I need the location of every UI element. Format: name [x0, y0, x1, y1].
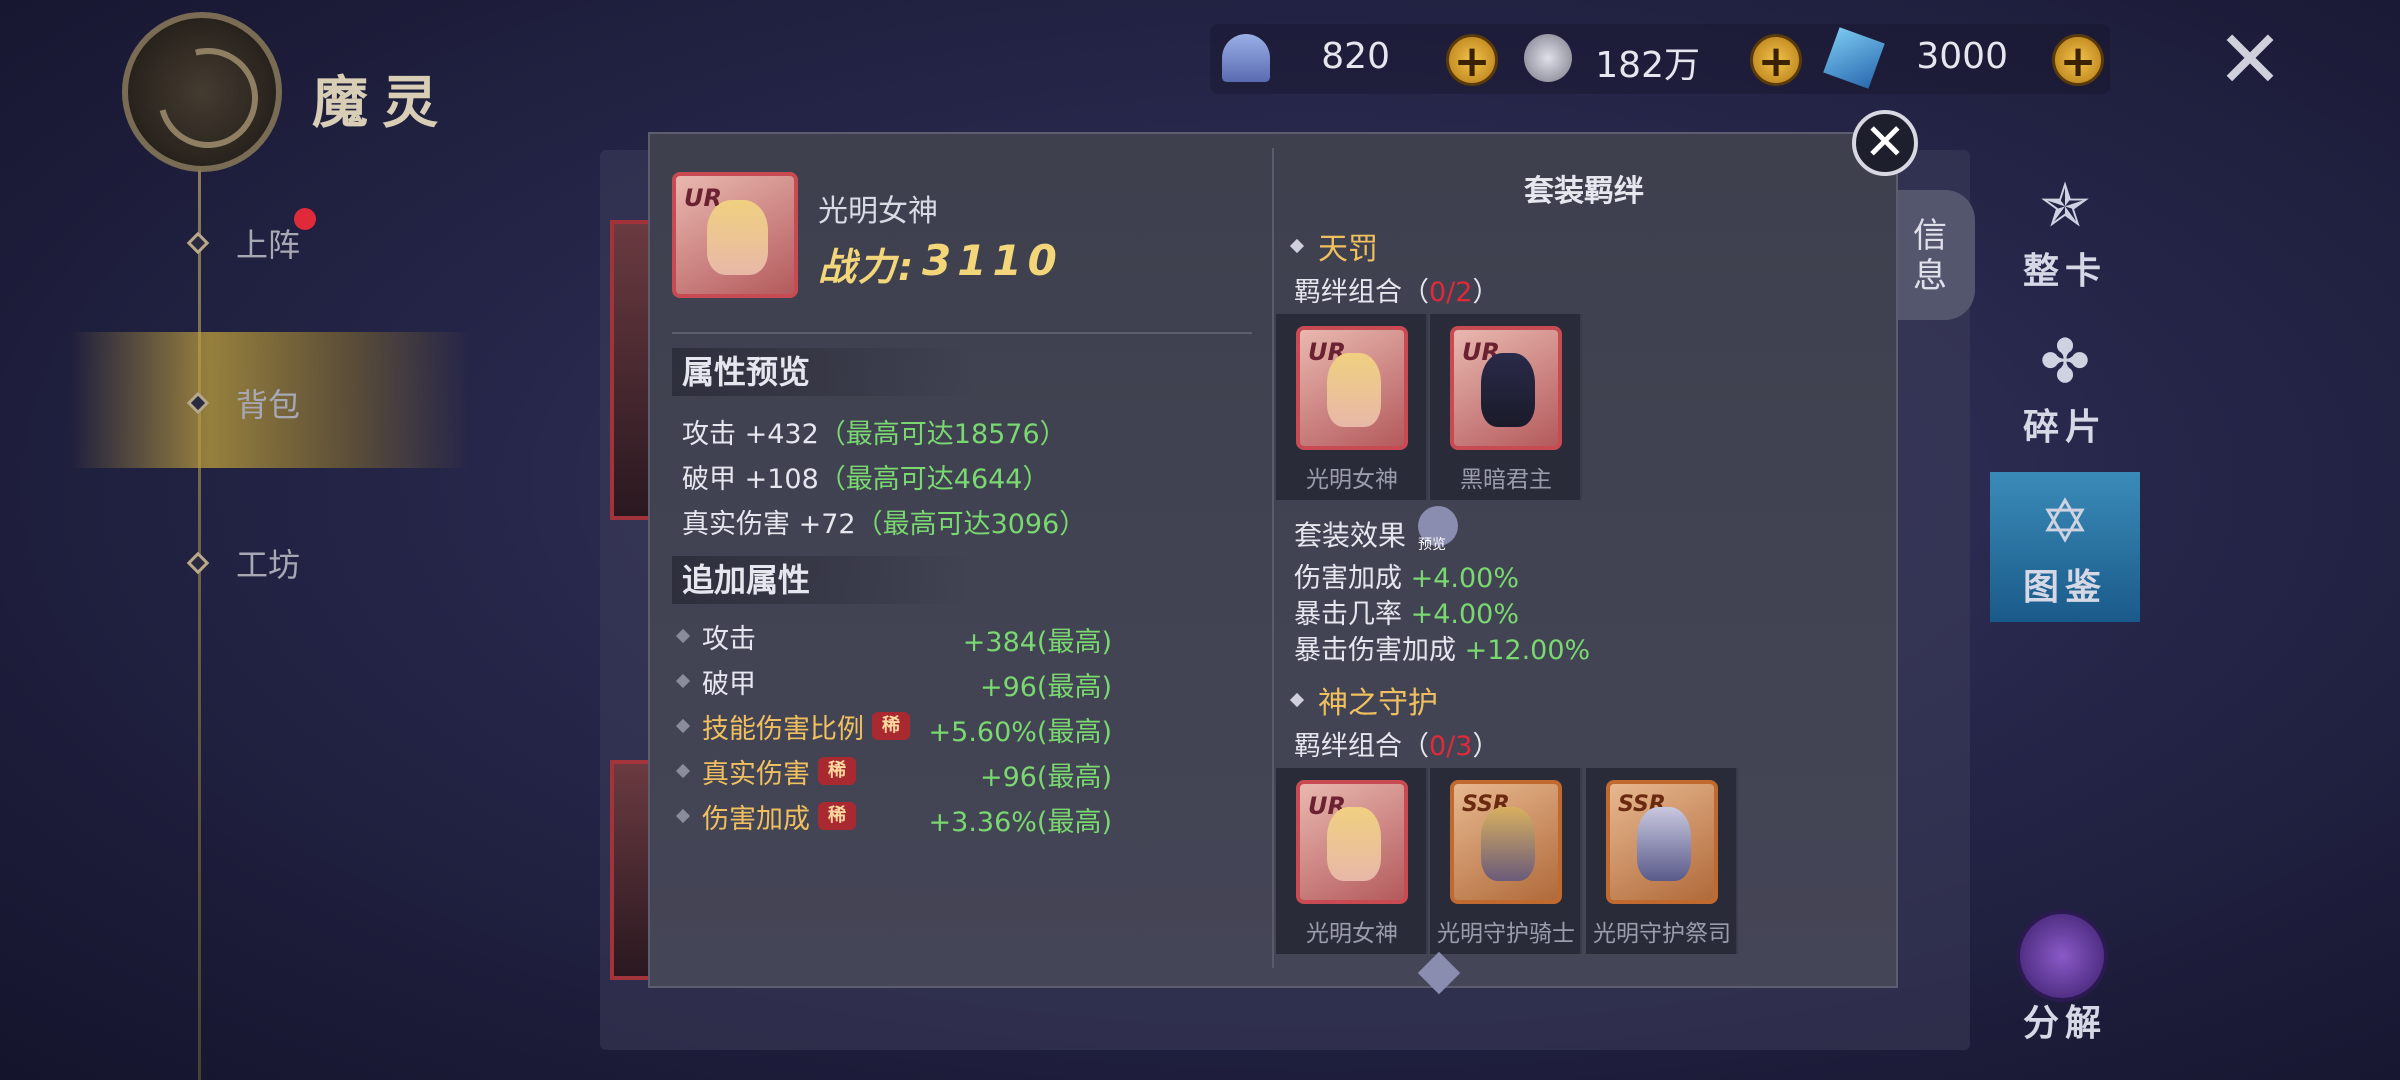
extra-attr-value: +3.36%(最高) — [928, 807, 1112, 838]
nav-dot-icon — [186, 391, 210, 415]
page-title: 魔灵 — [312, 71, 452, 136]
nav-item-label: 背包 — [236, 386, 301, 424]
nav-item-workshop[interactable]: 工坊 — [186, 528, 490, 598]
nav-line — [198, 170, 201, 1080]
add-shell-button[interactable]: + — [1446, 34, 1498, 87]
extra-attr-value: +384(最高) — [962, 627, 1112, 658]
column-divider — [1272, 148, 1274, 968]
decompose-icon[interactable] — [2016, 910, 2108, 1002]
right-menu-label: 整卡 — [2022, 251, 2107, 292]
bond-card-name: 光明守护祭司 — [1593, 921, 1731, 947]
power-label: 战力: — [818, 245, 916, 289]
add-coin-button[interactable]: + — [1750, 34, 1802, 87]
right-menu-item-full-card[interactable]: ✯ 整卡 — [2010, 170, 2120, 294]
set-bonds-title: 套装羁绊 — [1524, 174, 1644, 209]
right-menu-item-codex[interactable]: ✡ 图鉴 — [2010, 486, 2120, 610]
extra-attr-value: +96(最高) — [979, 672, 1112, 703]
nav-item-lineup[interactable]: 上阵 — [186, 208, 490, 278]
nav-item-bag[interactable]: 背包 — [186, 368, 490, 438]
notification-dot — [294, 208, 316, 230]
hero-name: 光明女神 — [818, 194, 938, 229]
set-effect-line: 暴击伤害加成 +12.00% — [1294, 635, 1591, 666]
header-divider — [672, 332, 1252, 334]
bond-card[interactable]: UR — [1450, 326, 1562, 450]
right-menu-label: 碎片 — [2022, 407, 2107, 448]
rare-badge: 稀 — [818, 802, 856, 830]
bond-card[interactable]: SSR — [1450, 780, 1562, 904]
currency-shell-value: 820 — [1321, 36, 1390, 77]
attr-line: 真实伤害 +72（最高可达3096） — [682, 509, 1087, 540]
brand-emblem — [122, 12, 282, 172]
bond-card[interactable]: UR — [1296, 326, 1408, 450]
set-effect-line: 暴击几率 +4.00% — [1294, 599, 1519, 630]
nav-item-label: 工坊 — [236, 546, 301, 584]
right-menu-item-decompose[interactable]: 分解 — [2010, 994, 2120, 1046]
right-menu-label: 分解 — [2022, 1003, 2107, 1044]
attr-line: 攻击 +432（最高可达18576） — [682, 419, 1067, 450]
puzzle-icon: ✤ — [2039, 327, 2091, 397]
attr-preview-title: 属性预览 — [672, 348, 972, 396]
currency-crystal-value: 3000 — [1916, 36, 2008, 77]
nav-dot-icon — [186, 551, 210, 575]
bond-card-name: 光明守护骑士 — [1437, 921, 1575, 947]
bond-card[interactable]: UR — [1296, 780, 1408, 904]
combo-label: 羁绊组合（0/3） — [1294, 731, 1500, 762]
bond-card[interactable]: SSR — [1606, 780, 1718, 904]
hero-card-thumbnail: UR — [672, 172, 798, 298]
preview-label: 预览 — [1418, 537, 1446, 553]
bond-card-name: 光明女神 — [1306, 921, 1398, 947]
rare-badge: 稀 — [818, 757, 856, 785]
attr-line: 破甲 +108（最高可达4644） — [682, 464, 1050, 495]
combo-label: 羁绊组合（0/2） — [1294, 277, 1500, 308]
add-crystal-button[interactable]: + — [2052, 34, 2104, 87]
extra-attr-value: +5.60%(最高) — [928, 717, 1112, 748]
extra-attr-value: +96(最高) — [979, 762, 1112, 793]
extra-attr-title: 追加属性 — [672, 556, 972, 604]
right-menu-label: 图鉴 — [2022, 567, 2107, 608]
set-effect-label: 套装效果 — [1294, 519, 1407, 552]
bond-card-name: 黑暗君主 — [1460, 467, 1552, 493]
set-name: 天罚 — [1289, 224, 1378, 268]
bond-card-name: 光明女神 — [1306, 467, 1398, 493]
power-value: 3110 — [922, 236, 1063, 285]
star-card-icon: ✯ — [2039, 171, 2091, 241]
nav-item-label: 上阵 — [236, 226, 301, 264]
close-icon[interactable]: ✕ — [2210, 20, 2290, 100]
tab-info[interactable]: 信息 — [1885, 190, 1975, 320]
tab-info-label: 信息 — [1913, 216, 1947, 296]
set-effect-line: 伤害加成 +4.00% — [1294, 563, 1519, 594]
book-icon: ✡ — [2039, 487, 2091, 557]
set-name: 神之守护 — [1289, 678, 1438, 722]
right-menu-item-fragments[interactable]: ✤ 碎片 — [2010, 326, 2120, 450]
currency-coin-value: 182万 — [1595, 45, 1700, 86]
nav-dot-icon — [186, 231, 210, 255]
